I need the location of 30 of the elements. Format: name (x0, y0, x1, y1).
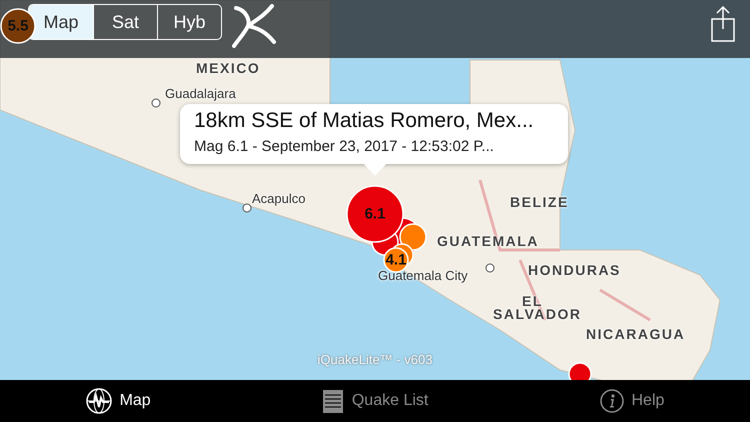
callout-subtitle: Mag 6.1 - September 23, 2017 - 12:53:02 P... (194, 138, 495, 155)
tab-item[interactable]: Map (80, 387, 157, 415)
city-dot (242, 204, 252, 212)
globe-icon (86, 388, 112, 414)
notepad-icon (322, 388, 344, 414)
version-label: iQuakeLite™ - v603 (318, 352, 432, 367)
city-label: Guatemala City (378, 268, 468, 283)
country-label: NICARAGUA (586, 326, 686, 342)
country-label: SALVADOR (493, 306, 582, 322)
tab-item[interactable]: Quake List (316, 387, 434, 415)
country-label: MEXICO (196, 60, 260, 76)
callout-title: 18km SSE of Matias Romero, Mex... (194, 109, 535, 133)
share-icon[interactable] (710, 5, 736, 43)
magnitude-label: 5.5 (8, 18, 28, 34)
segment-button[interactable]: Hyb (157, 5, 221, 39)
country-label: GUATEMALA (437, 233, 539, 249)
country-label: EL (522, 293, 543, 309)
city-label: Guadalajara (165, 86, 236, 101)
country-label: HONDURAS (528, 262, 621, 278)
segment-button[interactable]: Map (29, 5, 93, 39)
quake-callout[interactable]: 18km SSE of Matias Romero, Mex... Mag 6.1 - September 23, 2017 - 12:53:02 P... (180, 104, 568, 164)
city-label: Acapulco (252, 191, 306, 206)
info-icon (600, 389, 624, 413)
tab-item[interactable]: Help (594, 388, 670, 414)
logo-icon (232, 2, 278, 50)
segment-button[interactable]: Sat (93, 5, 157, 39)
magnitude-label: 4.1 (386, 252, 406, 268)
callout-pointer (363, 163, 387, 177)
country-label: BELIZE (510, 194, 569, 210)
magnitude-label: 6.1 (364, 206, 386, 222)
